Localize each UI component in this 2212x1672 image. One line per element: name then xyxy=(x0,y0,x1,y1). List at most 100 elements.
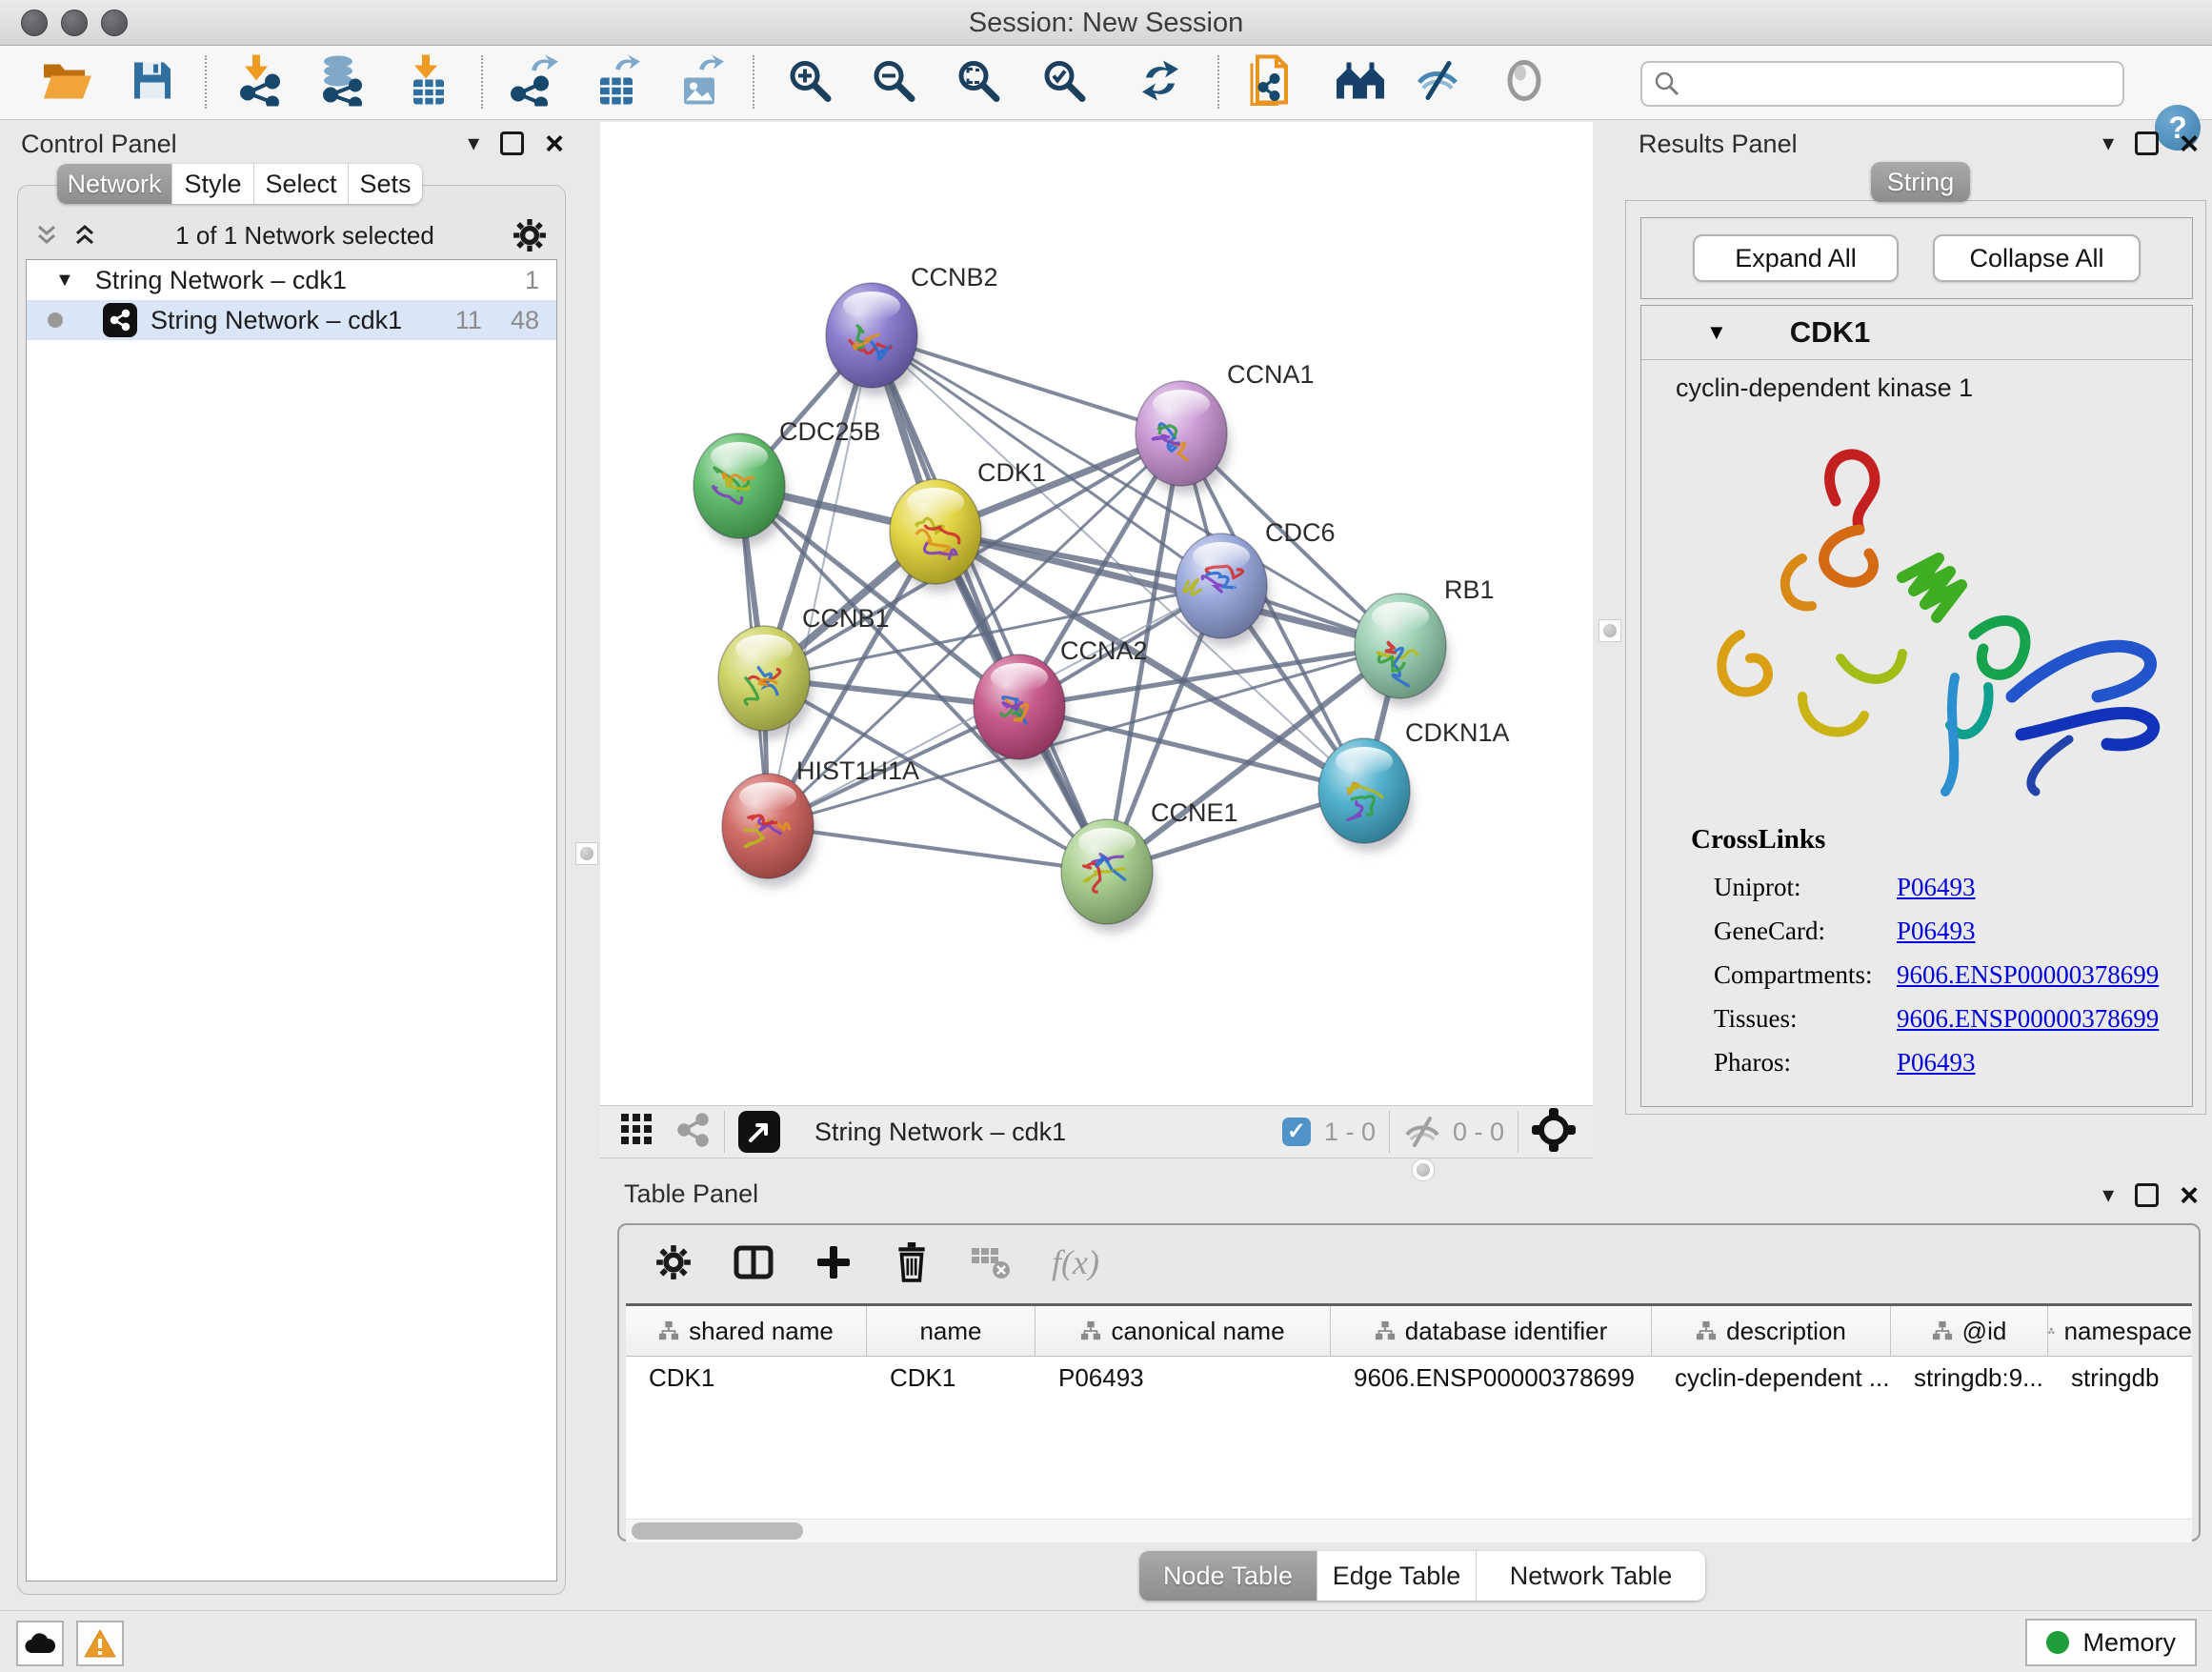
network-node-CDKN1A[interactable]: CDKN1A xyxy=(1318,718,1510,852)
expand-all-chevron-icon[interactable] xyxy=(72,223,97,248)
panel-float-icon[interactable] xyxy=(2135,1183,2159,1207)
houses-icon[interactable] xyxy=(1334,58,1387,107)
network-tree-root[interactable]: ▼ String Network – cdk1 1 xyxy=(27,260,556,300)
import-network-icon[interactable] xyxy=(236,54,284,111)
network-view-share-icon[interactable] xyxy=(676,1113,711,1152)
network-node-CDC6[interactable]: CDC6 xyxy=(1176,518,1336,647)
tab-edge-table[interactable]: Edge Table xyxy=(1317,1551,1477,1601)
panel-close-icon[interactable]: × xyxy=(545,133,564,154)
network-node-CCNB2[interactable]: CCNB2 xyxy=(826,263,998,396)
network-node-label: CCNB1 xyxy=(802,604,890,633)
memory-button[interactable]: Memory xyxy=(2025,1619,2197,1666)
network-tree-item[interactable]: String Network – cdk1 11 48 xyxy=(27,300,556,340)
tab-sets[interactable]: Sets xyxy=(349,164,422,204)
grid-view-icon[interactable] xyxy=(621,1114,654,1151)
delete-table-icon[interactable] xyxy=(972,1246,1010,1279)
network-node-CCNB1[interactable]: CCNB1 xyxy=(718,604,890,739)
search-input[interactable] xyxy=(1680,70,2122,99)
network-canvas[interactable]: CCNB2CCNA1CDC25BCDK1CDC6RB1CCNB1CCNA2CDK… xyxy=(600,122,1593,1105)
tab-network[interactable]: Network xyxy=(57,164,172,204)
column-header-namespace[interactable]: namespace xyxy=(2048,1306,2192,1356)
panel-float-icon[interactable] xyxy=(2135,131,2159,155)
warning-icon[interactable] xyxy=(76,1621,124,1666)
panel-menu-icon[interactable]: ▾ xyxy=(2102,1186,2114,1205)
crosslink-link[interactable]: 9606.ENSP00000378699 xyxy=(1897,960,2159,989)
network-edge-CCNB2-CCNE1[interactable] xyxy=(872,335,1107,872)
eye-icon[interactable] xyxy=(1501,57,1547,108)
network-node-RB1[interactable]: RB1 xyxy=(1355,575,1495,707)
panel-menu-icon[interactable]: ▾ xyxy=(468,134,479,153)
zoom-in-icon[interactable] xyxy=(786,56,834,109)
cloud-icon[interactable] xyxy=(16,1621,64,1666)
hide-graphics-eye-slash-icon[interactable] xyxy=(1415,57,1466,108)
network-node-CCNE1[interactable]: CCNE1 xyxy=(1061,798,1238,933)
crosslink-link[interactable]: P06493 xyxy=(1897,1048,1976,1077)
open-in-window-icon[interactable] xyxy=(738,1111,780,1153)
crosslink-link[interactable]: P06493 xyxy=(1897,917,1976,945)
show-columns-icon[interactable] xyxy=(734,1245,774,1279)
cell-canonical-name[interactable]: P06493 xyxy=(1036,1357,1331,1399)
cell-name[interactable]: CDK1 xyxy=(867,1357,1036,1399)
cell-namespace[interactable]: stringdb xyxy=(2048,1357,2192,1399)
network-options-gear-icon[interactable] xyxy=(513,218,547,252)
network-node-CDC25B[interactable]: CDC25B xyxy=(694,417,881,547)
apply-layout-refresh-icon[interactable] xyxy=(1136,56,1184,109)
right-splitter-handle[interactable] xyxy=(1599,619,1621,642)
section-expander-icon[interactable]: ▼ xyxy=(1706,320,1727,345)
crosslink-link[interactable]: P06493 xyxy=(1897,873,1976,901)
import-network-from-database-icon[interactable] xyxy=(315,54,365,111)
network-node-label: CDKN1A xyxy=(1405,718,1510,747)
expand-all-button[interactable]: Expand All xyxy=(1693,234,1899,282)
network-node-HIST1H1A[interactable]: HIST1H1A xyxy=(722,756,919,887)
network-node-label: CDC6 xyxy=(1265,518,1336,547)
open-session-icon[interactable] xyxy=(41,58,92,107)
panel-float-icon[interactable] xyxy=(500,131,524,155)
network-edge-HIST1H1A-CCNE1[interactable] xyxy=(768,826,1107,872)
tab-string[interactable]: String xyxy=(1871,162,1970,202)
zoom-fit-icon[interactable] xyxy=(955,56,1002,109)
column-header-description[interactable]: description xyxy=(1652,1306,1891,1356)
column-header-name[interactable]: name xyxy=(867,1306,1036,1356)
network-node-label: CCNA1 xyxy=(1227,360,1315,389)
collapse-all-button[interactable]: Collapse All xyxy=(1933,234,2141,282)
tab-node-table[interactable]: Node Table xyxy=(1139,1551,1317,1601)
export-image-icon[interactable] xyxy=(678,54,724,111)
tab-select[interactable]: Select xyxy=(254,164,349,204)
panel-menu-icon[interactable]: ▾ xyxy=(2102,134,2114,153)
left-splitter-handle[interactable] xyxy=(575,842,598,865)
create-column-plus-icon[interactable] xyxy=(815,1244,852,1280)
crosslink-link[interactable]: 9606.ENSP00000378699 xyxy=(1897,1004,2159,1033)
birdseye-view-icon[interactable] xyxy=(1532,1108,1576,1157)
function-builder-fx-icon[interactable]: f(x) xyxy=(1052,1242,1099,1282)
gene-section-header[interactable]: ▼ CDK1 xyxy=(1641,306,2192,360)
tab-style[interactable]: Style xyxy=(172,164,254,204)
table-options-gear-icon[interactable] xyxy=(655,1244,692,1280)
selected-checkbox-icon[interactable]: ✓ xyxy=(1282,1118,1311,1146)
panel-close-icon[interactable]: × xyxy=(2180,1185,2199,1206)
column-header-database-identifier[interactable]: database identifier xyxy=(1331,1306,1652,1356)
zoom-selected-icon[interactable] xyxy=(1040,56,1088,109)
collapse-all-chevron-icon[interactable] xyxy=(34,223,59,248)
panel-close-icon[interactable]: × xyxy=(2180,133,2199,154)
import-table-icon[interactable] xyxy=(406,54,450,111)
export-network-icon[interactable] xyxy=(509,54,558,111)
cell-database-identifier[interactable]: 9606.ENSP00000378699 xyxy=(1331,1357,1652,1399)
cell-shared-name[interactable]: CDK1 xyxy=(626,1357,867,1399)
table-horizontal-scrollbar[interactable] xyxy=(626,1519,2192,1542)
delete-column-trash-icon[interactable] xyxy=(894,1242,930,1282)
document-share-icon[interactable] xyxy=(1246,53,1292,111)
save-session-icon[interactable] xyxy=(131,58,174,107)
column-header-shared-name[interactable]: shared name xyxy=(626,1306,867,1356)
column-header-id[interactable]: @id xyxy=(1891,1306,2048,1356)
scrollbar-thumb[interactable] xyxy=(632,1522,803,1540)
table-row[interactable]: CDK1 CDK1 P06493 9606.ENSP00000378699 cy… xyxy=(626,1357,2192,1399)
network-node-label: CCNB2 xyxy=(911,263,998,292)
cell-description[interactable]: cyclin-dependent ... xyxy=(1652,1357,1891,1399)
cell-id[interactable]: stringdb:9... xyxy=(1891,1357,2048,1399)
network-graph[interactable]: CCNB2CCNA1CDC25BCDK1CDC6RB1CCNB1CCNA2CDK… xyxy=(600,122,1593,1105)
export-table-icon[interactable] xyxy=(594,54,640,111)
column-header-canonical-name[interactable]: canonical name xyxy=(1036,1306,1331,1356)
tab-network-table[interactable]: Network Table xyxy=(1477,1551,1705,1601)
zoom-out-icon[interactable] xyxy=(870,56,917,109)
tree-expander-icon[interactable]: ▼ xyxy=(55,270,74,292)
